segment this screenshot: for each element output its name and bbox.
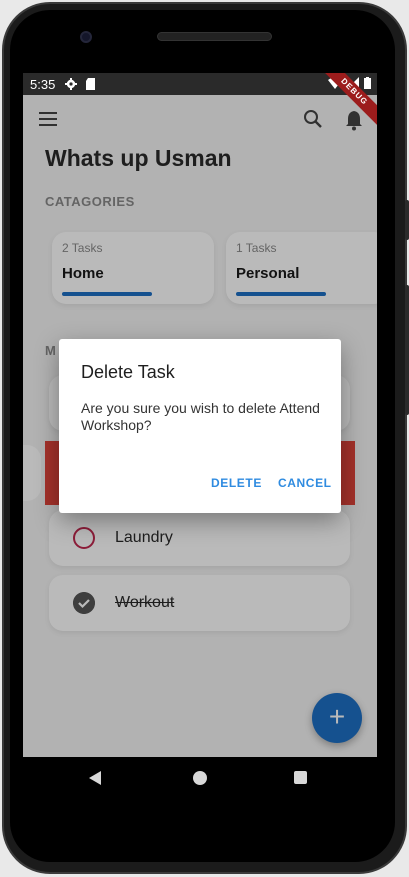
battery-icon — [364, 77, 371, 89]
cancel-button[interactable]: CANCEL — [278, 476, 332, 490]
home-icon[interactable] — [193, 771, 207, 785]
earpiece-speaker — [157, 32, 272, 41]
device-frame: 5:35 DEBUG Whats up Usman CATAGORIES 2 T… — [0, 0, 409, 877]
back-icon[interactable] — [89, 771, 101, 785]
app-screen: 5:35 DEBUG Whats up Usman CATAGORIES 2 T… — [23, 73, 377, 757]
volume-button[interactable] — [405, 285, 409, 415]
recents-icon[interactable] — [294, 771, 307, 784]
status-bar: 5:35 — [23, 73, 377, 95]
delete-task-dialog: Delete Task Are you sure you wish to del… — [59, 339, 341, 513]
settings-icon — [65, 78, 78, 90]
system-nav-bar — [23, 757, 377, 801]
dialog-message: Are you sure you wish to delete Attend W… — [81, 400, 320, 433]
sd-card-icon — [86, 78, 96, 90]
power-button[interactable] — [405, 200, 409, 240]
dialog-title: Delete Task — [81, 362, 175, 382]
front-camera — [80, 31, 92, 43]
delete-button[interactable]: DELETE — [211, 476, 262, 490]
status-time: 5:35 — [30, 76, 56, 92]
